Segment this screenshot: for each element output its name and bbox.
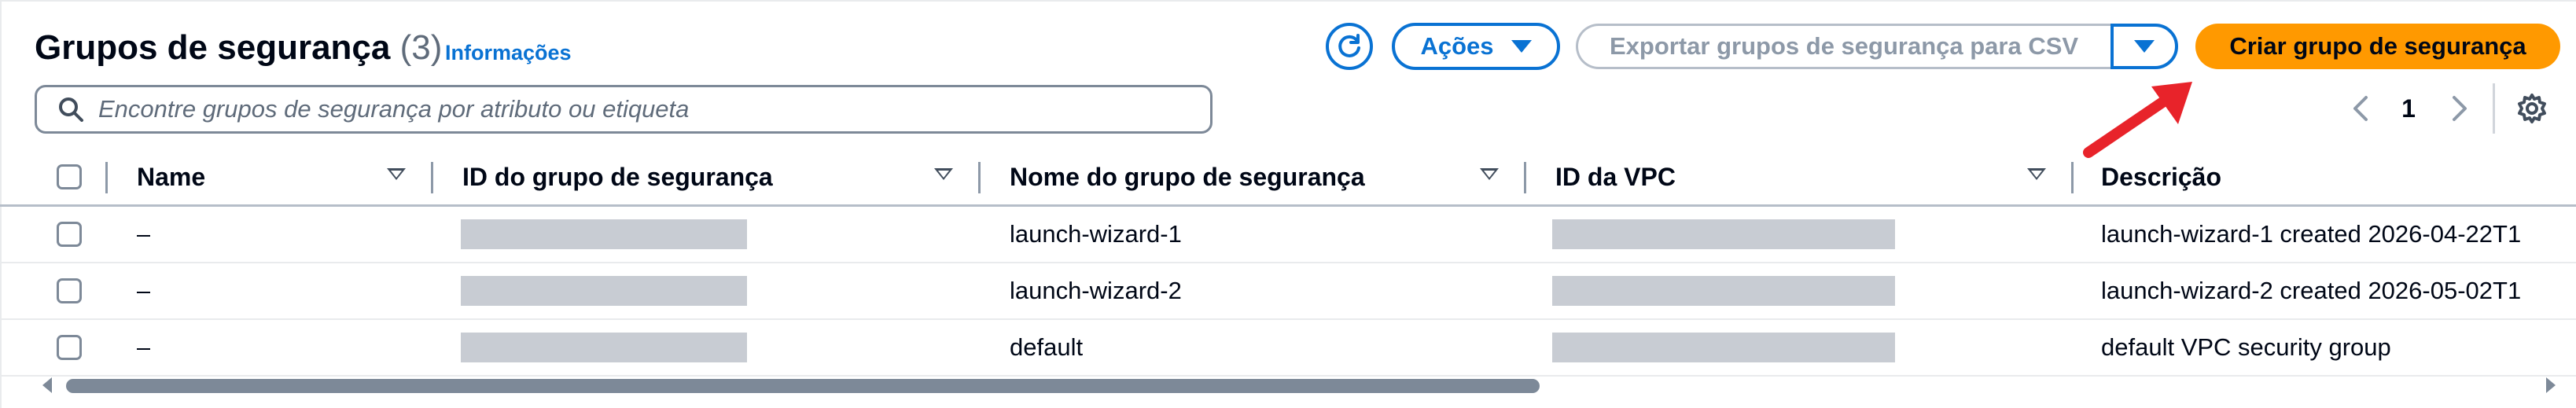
redacted-vpc-id [1552, 219, 1895, 249]
gear-icon [2518, 94, 2546, 123]
column-header-security-group-name[interactable]: Nome do grupo de segurança [1010, 149, 1365, 204]
export-dropdown-button[interactable] [2110, 24, 2178, 69]
search-box[interactable] [35, 85, 1213, 134]
row-checkbox[interactable] [57, 335, 82, 360]
column-header-name[interactable]: Name [137, 149, 205, 204]
redacted-security-group-id [461, 276, 747, 306]
select-all-checkbox[interactable] [57, 164, 82, 189]
search-icon [59, 97, 83, 122]
redacted-vpc-id [1552, 333, 1895, 362]
create-security-group-button[interactable]: Criar grupo de segurança [2195, 24, 2560, 69]
security-group-count: (3) [399, 28, 443, 67]
cell-description: launch-wizard-1 created 2026-04-22T1 [2101, 220, 2522, 248]
cell-name: – [137, 333, 151, 361]
actions-button-label: Ações [1420, 32, 1494, 60]
cell-group-name: launch-wizard-1 [1010, 220, 1182, 248]
chevron-right-icon [2453, 96, 2467, 121]
table-header: Name ID do grupo de segurança Nome do gr… [0, 149, 2576, 207]
page-title-text: Grupos de segurança [35, 28, 391, 67]
cell-name: – [137, 277, 151, 304]
next-page-button[interactable] [2445, 91, 2474, 126]
column-header-vpc-id[interactable]: ID da VPC [1555, 149, 1676, 204]
cell-description: launch-wizard-2 created 2026-05-02T1 [2101, 277, 2522, 304]
cell-group-name: launch-wizard-2 [1010, 277, 1182, 304]
row-checkbox[interactable] [57, 278, 82, 303]
export-csv-button[interactable]: Exportar grupos de segurança para CSV [1576, 24, 2110, 69]
redacted-security-group-id [461, 219, 747, 249]
column-header-security-group-id[interactable]: ID do grupo de segurança [462, 149, 773, 204]
sort-icon[interactable] [387, 168, 406, 180]
chevron-left-icon [2353, 96, 2368, 121]
previous-page-button[interactable] [2346, 91, 2375, 126]
pagination-divider [2493, 83, 2495, 134]
refresh-button[interactable] [1326, 23, 1373, 70]
redacted-security-group-id [461, 333, 747, 362]
column-divider[interactable] [2071, 162, 2074, 193]
page-title: Grupos de segurança (3) [35, 28, 442, 68]
sort-icon[interactable] [2027, 168, 2046, 180]
actions-button[interactable]: Ações [1392, 23, 1560, 70]
table-row[interactable]: – default default VPC security group [0, 320, 2576, 377]
export-csv-label: Exportar grupos de segurança para CSV [1610, 32, 2079, 60]
caret-down-icon [1511, 40, 1532, 53]
column-divider[interactable] [1524, 162, 1526, 193]
current-page-number[interactable]: 1 [2395, 91, 2422, 126]
column-divider [105, 162, 108, 193]
column-header-description[interactable]: Descrição [2101, 149, 2221, 204]
column-divider[interactable] [431, 162, 433, 193]
redacted-vpc-id [1552, 276, 1895, 306]
row-checkbox[interactable] [57, 222, 82, 247]
table-row[interactable]: – launch-wizard-1 launch-wizard-1 create… [0, 207, 2576, 263]
scroll-left-arrow-icon[interactable] [42, 377, 52, 393]
caret-down-icon [2134, 40, 2155, 53]
horizontal-scrollbar-thumb[interactable] [66, 379, 1540, 393]
sort-icon[interactable] [1480, 168, 1499, 180]
cell-name: – [137, 220, 151, 248]
scroll-right-arrow-icon[interactable] [2546, 377, 2556, 393]
column-divider[interactable] [978, 162, 981, 193]
sort-icon[interactable] [934, 168, 953, 180]
info-link[interactable]: Informações [445, 41, 572, 65]
cell-description: default VPC security group [2101, 333, 2391, 361]
table-row[interactable]: – launch-wizard-2 launch-wizard-2 create… [0, 263, 2576, 320]
cell-group-name: default [1010, 333, 1084, 361]
settings-button[interactable] [2513, 90, 2551, 127]
refresh-icon [1338, 34, 1360, 57]
search-input[interactable] [98, 95, 1168, 123]
